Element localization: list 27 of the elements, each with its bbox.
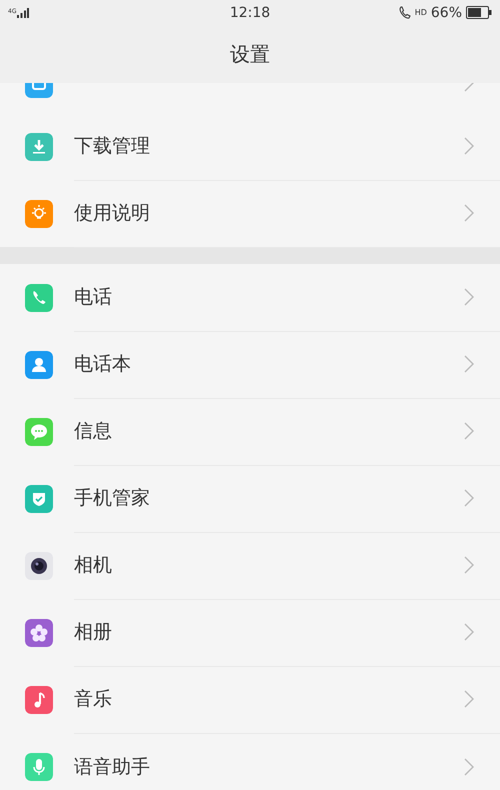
phone-icon bbox=[25, 284, 53, 312]
battery-percent: 66% bbox=[430, 4, 462, 20]
setting-label[interactable]: 信息 bbox=[74, 418, 464, 444]
clock-time: 12:18 bbox=[230, 4, 270, 20]
music-note-icon bbox=[25, 686, 53, 714]
hd-label: HD bbox=[414, 8, 427, 16]
signal-icon bbox=[17, 8, 30, 18]
setting-label[interactable]: 语音助手 bbox=[74, 754, 464, 780]
shield-icon bbox=[25, 484, 53, 512]
flower-icon bbox=[25, 618, 53, 646]
setting-label[interactable]: 相册 bbox=[74, 619, 464, 645]
phone-call-icon bbox=[398, 6, 411, 19]
microphone-icon bbox=[25, 752, 53, 780]
setting-label[interactable]: 音乐 bbox=[74, 686, 464, 712]
setting-label[interactable]: 下载管理 bbox=[74, 133, 464, 159]
setting-label[interactable]: 电话本 bbox=[74, 351, 464, 377]
page-title: 设置 bbox=[230, 40, 270, 68]
contact-icon bbox=[25, 350, 53, 378]
lightbulb-icon bbox=[25, 200, 53, 228]
setting-label[interactable]: 相机 bbox=[74, 552, 464, 578]
battery-icon bbox=[466, 6, 492, 19]
setting-label[interactable]: 使用说明 bbox=[74, 200, 464, 226]
chat-bubble-icon bbox=[25, 418, 53, 446]
camera-lens-icon bbox=[25, 552, 53, 580]
setting-label[interactable]: 手机管家 bbox=[74, 485, 464, 511]
setting-label[interactable]: 电话 bbox=[74, 284, 464, 310]
download-icon bbox=[25, 132, 53, 160]
